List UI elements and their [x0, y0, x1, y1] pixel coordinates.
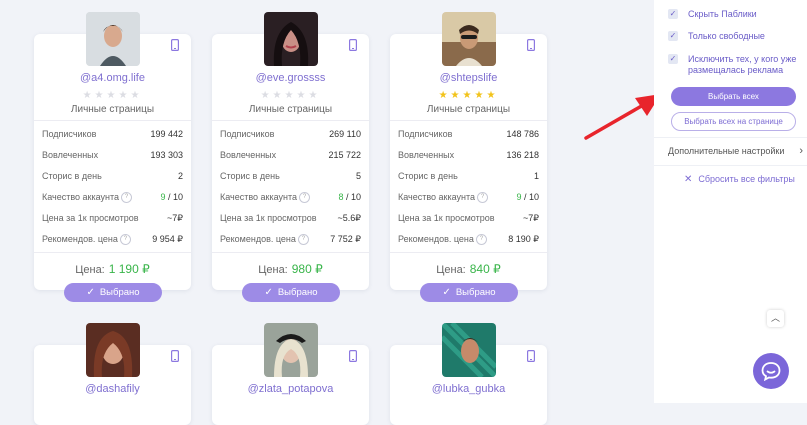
category-label: Личные страницы	[70, 104, 155, 115]
profile-handle-link[interactable]: @shtepslife	[390, 72, 547, 84]
help-icon[interactable]: ?	[121, 192, 133, 204]
phone-icon	[349, 350, 357, 362]
blogger-card: @eve.grossss ★★★★★ Личные страницы Подпи…	[212, 12, 369, 302]
stat-stories-per-day: Сторис в день 1	[398, 171, 539, 181]
stat-price-per-1k: Цена за 1к просмотров ~7₽	[42, 213, 183, 223]
help-icon[interactable]: ?	[299, 192, 311, 204]
profile-handle-link[interactable]: @lubka_gubka	[390, 383, 547, 395]
select-all-button[interactable]: Выбрать всех	[671, 87, 796, 106]
blogger-card: @a4.omg.life ★★★★★ Личные страницы Подпи…	[34, 12, 191, 302]
stat-recommended-price: Рекомендов. цена? 8 190 ₽	[398, 234, 539, 246]
blogger-card: @dashafily	[34, 323, 191, 425]
divider	[34, 252, 191, 253]
price: Цена: 1 190 ₽	[75, 262, 150, 276]
stat-stories-per-day: Сторис в день 2	[42, 171, 183, 181]
selected-button[interactable]: ✓ Выбрано	[420, 283, 518, 302]
stat-account-quality: Качество аккаунта? 8 / 10	[220, 192, 361, 204]
check-icon: ✓	[86, 287, 95, 298]
phone-icon	[527, 39, 535, 51]
chat-button[interactable]	[753, 353, 789, 389]
avatar[interactable]	[442, 323, 496, 377]
help-icon[interactable]: ?	[119, 234, 131, 246]
checkbox-checked-icon[interactable]: ✓	[668, 54, 678, 64]
avatar[interactable]	[264, 323, 318, 377]
check-icon: ✓	[442, 287, 451, 298]
divider	[390, 252, 547, 253]
selected-button[interactable]: ✓ Выбрано	[242, 283, 340, 302]
stat-recommended-price: Рекомендов. цена? 9 954 ₽	[42, 234, 183, 246]
phone-icon	[171, 350, 179, 362]
avatar[interactable]	[442, 12, 496, 66]
check-icon: ✓	[264, 287, 273, 298]
rating-stars: ★★★★★	[260, 90, 321, 101]
stat-account-quality: Качество аккаунта? 9 / 10	[398, 192, 539, 204]
filters-sidebar: ✓ Скрыть Паблики ✓ Только свободные ✓ Ис…	[654, 0, 807, 403]
divider	[34, 120, 191, 121]
phone-icon	[527, 350, 535, 362]
blogger-card: @lubka_gubka	[390, 323, 547, 425]
help-icon[interactable]: ?	[297, 234, 309, 246]
rating-stars: ★★★★★	[82, 90, 143, 101]
stat-subscribers: Подписчиков 269 110	[220, 129, 361, 139]
rating-stars: ★★★★★	[438, 90, 499, 101]
phone-icon	[171, 39, 179, 51]
divider	[654, 165, 807, 166]
divider	[212, 252, 369, 253]
chat-icon	[761, 362, 781, 381]
profile-handle-link[interactable]: @eve.grossss	[212, 72, 369, 84]
blogger-card: @shtepslife ★★★★★ Личные страницы Подпис…	[390, 12, 547, 302]
price: Цена: 840 ₽	[436, 262, 501, 276]
divider	[654, 137, 807, 138]
stat-subscribers: Подписчиков 199 442	[42, 129, 183, 139]
avatar[interactable]	[86, 12, 140, 66]
chevron-up-icon: ︿	[770, 313, 780, 323]
profile-handle-link[interactable]: @a4.omg.life	[34, 72, 191, 84]
checkbox-checked-icon[interactable]: ✓	[668, 9, 678, 19]
select-all-on-page-button[interactable]: Выбрать всех на странице	[671, 112, 796, 131]
chevron-right-icon: ›	[799, 145, 803, 157]
stat-account-quality: Качество аккаунта? 9 / 10	[42, 192, 183, 204]
stat-recommended-price: Рекомендов. цена? 7 752 ₽	[220, 234, 361, 246]
pointer-arrow-icon	[584, 94, 661, 140]
avatar[interactable]	[264, 12, 318, 66]
stat-subscribers: Подписчиков 148 786	[398, 129, 539, 139]
stat-stories-per-day: Сторис в день 5	[220, 171, 361, 181]
profile-handle-link[interactable]: @zlata_potapova	[212, 383, 369, 395]
divider	[390, 120, 547, 121]
more-settings-toggle[interactable]: Дополнительные настройки ›	[668, 145, 803, 157]
category-label: Личные страницы	[426, 104, 511, 115]
selected-button[interactable]: ✓ Выбрано	[64, 283, 162, 302]
price: Цена: 980 ₽	[258, 262, 323, 276]
divider	[212, 120, 369, 121]
phone-icon	[349, 39, 357, 51]
help-icon[interactable]: ?	[477, 192, 489, 204]
category-label: Личные страницы	[248, 104, 333, 115]
avatar[interactable]	[86, 323, 140, 377]
stat-engaged: Вовлеченных 193 303	[42, 150, 183, 160]
close-icon: ✕	[684, 174, 693, 185]
blogger-card: @zlata_potapova	[212, 323, 369, 425]
stat-price-per-1k: Цена за 1к просмотров ~5.6₽	[220, 213, 361, 223]
scroll-to-top-button[interactable]: ︿	[767, 310, 784, 327]
help-icon[interactable]: ?	[475, 234, 487, 246]
checkbox-checked-icon[interactable]: ✓	[668, 31, 678, 41]
stat-engaged: Вовлеченных 215 722	[220, 150, 361, 160]
reset-filters-button[interactable]: ✕ Сбросить все фильтры	[684, 174, 795, 185]
stat-engaged: Вовлеченных 136 218	[398, 150, 539, 160]
stat-price-per-1k: Цена за 1к просмотров ~7₽	[398, 213, 539, 223]
profile-handle-link[interactable]: @dashafily	[34, 383, 191, 395]
